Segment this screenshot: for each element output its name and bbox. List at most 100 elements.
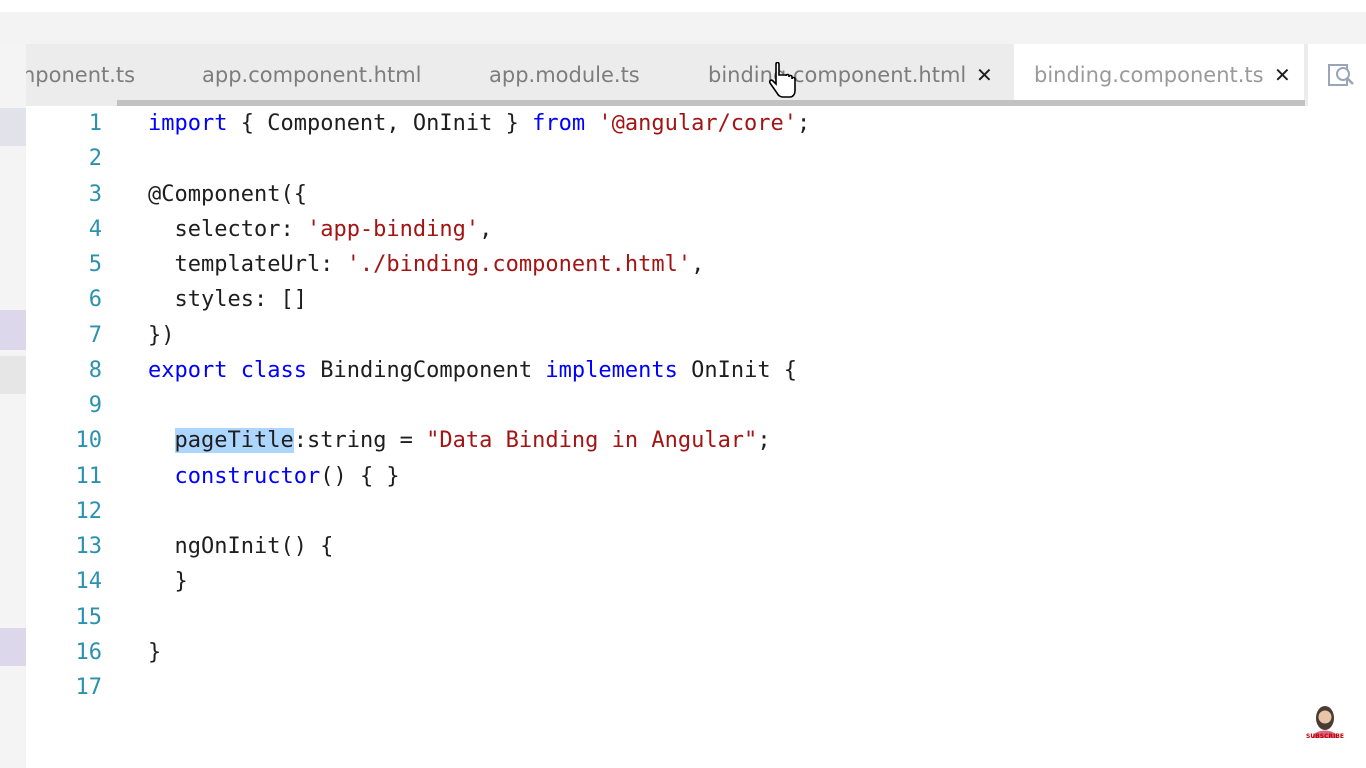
line-number: 4 bbox=[88, 216, 102, 242]
string-token: './binding.component.html' bbox=[346, 252, 692, 277]
code-editor[interactable]: 1 import { Component, OnInit } from '@ang… bbox=[26, 106, 1366, 768]
tab-binding-component-html[interactable]: binding.component.html ✕ bbox=[708, 44, 1008, 106]
tab-component-ts[interactable]: nponent.ts bbox=[26, 44, 186, 106]
line-number: 14 bbox=[75, 569, 103, 595]
code-token: { Component, OnInit } bbox=[227, 111, 533, 136]
tab-label: app.module.ts bbox=[489, 63, 640, 87]
line-number: 11 bbox=[75, 463, 103, 489]
line-number: 9 bbox=[88, 393, 102, 418]
code-token: , bbox=[691, 252, 705, 277]
code-line[interactable]: 14 } bbox=[26, 564, 1306, 599]
code-text: ngOnInit() { bbox=[148, 529, 333, 564]
window-top-bar bbox=[0, 0, 1366, 44]
code-line[interactable]: 8 export class BindingComponent implement… bbox=[26, 353, 1306, 388]
line-number: 10 bbox=[75, 428, 103, 454]
string-token: 'app-binding' bbox=[306, 216, 480, 242]
keyword-token: constructor bbox=[174, 463, 321, 489]
tab-app-module-ts[interactable]: app.module.ts bbox=[489, 44, 689, 106]
editor-tab-bar: nponent.ts app.component.html app.module… bbox=[26, 44, 1308, 106]
selected-token: pageTitle bbox=[174, 428, 294, 454]
window-top-strip bbox=[0, 0, 1366, 12]
code-line[interactable]: 17 bbox=[26, 670, 1306, 705]
code-token: ; bbox=[797, 111, 811, 136]
code-line[interactable]: 5 templateUrl: './binding.component.html… bbox=[26, 247, 1306, 282]
find-icon[interactable] bbox=[1326, 60, 1356, 90]
line-number: 12 bbox=[75, 498, 103, 524]
string-token: "Data Binding in Angular" bbox=[426, 428, 758, 454]
code-text: }) bbox=[148, 318, 175, 353]
code-text: @Component({ bbox=[148, 177, 307, 212]
keyword-token: implements bbox=[545, 357, 678, 383]
code-token: @Component({ bbox=[148, 181, 307, 207]
code-line[interactable]: 10 pageTitle:string = "Data Binding in A… bbox=[26, 423, 1306, 458]
code-text: } bbox=[148, 635, 161, 670]
code-token: } bbox=[148, 569, 188, 595]
line-number: 15 bbox=[75, 604, 103, 630]
code-text: import { Component, OnInit } from '@angu… bbox=[148, 106, 810, 141]
tab-label: binding.component.html bbox=[708, 63, 967, 87]
keyword-token: from bbox=[532, 111, 586, 136]
line-number: 1 bbox=[88, 111, 102, 136]
code-line[interactable]: 4 selector: 'app-binding', bbox=[26, 212, 1306, 247]
line-number: 7 bbox=[88, 322, 102, 348]
code-line[interactable]: 12 bbox=[26, 494, 1306, 529]
code-line[interactable]: 16} bbox=[26, 635, 1306, 670]
line-number: 2 bbox=[88, 146, 102, 172]
line-number: 3 bbox=[88, 181, 102, 207]
code-token: ngOnInit() { bbox=[148, 534, 334, 559]
code-line[interactable]: 2 bbox=[26, 141, 1306, 176]
code-token: () { } bbox=[320, 463, 400, 489]
code-line[interactable]: 15 bbox=[26, 600, 1306, 635]
code-line[interactable]: 11 constructor() { } bbox=[26, 459, 1306, 494]
rail-marker bbox=[0, 108, 26, 146]
code-token: } bbox=[148, 639, 162, 665]
code-token: :string = bbox=[293, 428, 427, 454]
tab-label: binding.component.ts bbox=[1034, 63, 1264, 87]
code-token: BindingComponent bbox=[306, 357, 546, 383]
code-line[interactable]: 3 @Component({ bbox=[26, 177, 1306, 212]
hand-cursor-icon bbox=[768, 62, 796, 98]
code-token: OnInit { bbox=[677, 357, 798, 383]
code-line[interactable]: 6 styles: [] bbox=[26, 282, 1306, 317]
line-number: 6 bbox=[88, 287, 102, 313]
keyword-token: export bbox=[148, 357, 228, 383]
rail-marker bbox=[0, 356, 26, 394]
rail-marker bbox=[0, 628, 26, 666]
code-line[interactable]: 13 ngOnInit() { bbox=[26, 529, 1306, 564]
code-token: selector: bbox=[148, 216, 307, 242]
code-line[interactable]: 7}) bbox=[26, 318, 1306, 353]
avatar-label: SUBSCRIBE bbox=[1305, 733, 1344, 740]
code-line[interactable]: 9 bbox=[26, 388, 1306, 423]
code-text: pageTitle:string = "Data Binding in Angu… bbox=[148, 423, 771, 458]
code-token: }) bbox=[148, 322, 175, 348]
keyword-token: class bbox=[240, 357, 307, 383]
code-token: templateUrl: bbox=[148, 252, 347, 277]
tab-binding-component-ts[interactable]: binding.component.ts ✕ bbox=[1014, 44, 1304, 106]
code-token: , bbox=[479, 216, 493, 242]
code-text: selector: 'app-binding', bbox=[148, 212, 492, 247]
rail-marker bbox=[0, 310, 26, 350]
code-text: styles: [] bbox=[148, 282, 307, 317]
tab-app-component-html[interactable]: app.component.html bbox=[202, 44, 464, 106]
close-icon[interactable]: ✕ bbox=[1274, 63, 1291, 87]
code-text: templateUrl: './binding.component.html', bbox=[148, 247, 704, 282]
code-text: } bbox=[148, 564, 188, 599]
code-token: styles: [] bbox=[148, 287, 307, 313]
keyword-token: import bbox=[148, 111, 228, 136]
line-number: 5 bbox=[88, 252, 102, 277]
tab-label: nponent.ts bbox=[26, 63, 136, 87]
line-number: 8 bbox=[88, 357, 102, 383]
close-icon[interactable]: ✕ bbox=[976, 63, 993, 87]
string-token: '@angular/core' bbox=[598, 111, 798, 136]
tab-label: app.component.html bbox=[202, 63, 422, 87]
code-text: export class BindingComponent implements… bbox=[148, 353, 797, 388]
line-number: 16 bbox=[75, 639, 103, 665]
left-activity-rail bbox=[0, 44, 26, 768]
line-number: 13 bbox=[75, 534, 103, 559]
code-token: ; bbox=[757, 428, 771, 454]
code-line[interactable]: 1 import { Component, OnInit } from '@ang… bbox=[26, 106, 1306, 141]
